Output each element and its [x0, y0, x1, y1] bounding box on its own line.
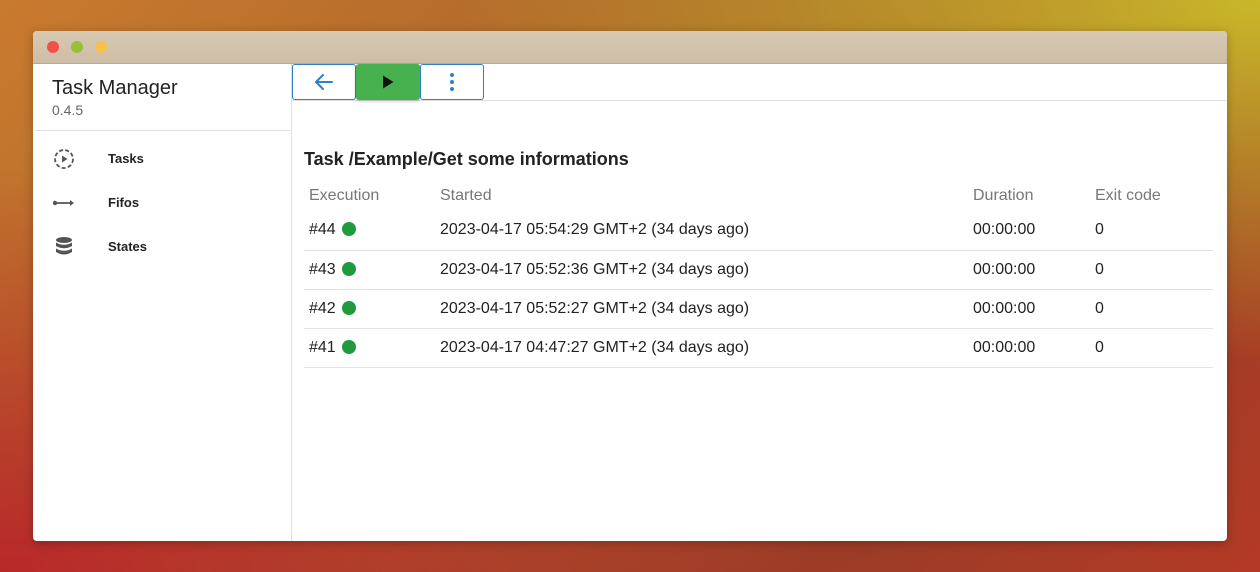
status-success-icon [341, 339, 356, 354]
sidebar-item-fifos[interactable]: Fifos [36, 181, 291, 225]
more-vertical-icon [450, 73, 454, 91]
database-icon [52, 236, 76, 258]
duration-cell: 00:00:00 [968, 250, 1090, 290]
arrow-left-icon [315, 74, 333, 90]
sidebar-item-label: Fifos [108, 195, 140, 210]
more-options-button[interactable] [420, 64, 484, 100]
execution-id: #43 [309, 260, 336, 278]
execution-cell: #44 [304, 211, 435, 251]
started-cell: 2023-04-17 05:52:27 GMT+2 (34 days ago) [435, 289, 968, 329]
minimize-window-button[interactable] [71, 41, 83, 53]
execution-cell: #41 [304, 328, 435, 368]
fifo-arrow-icon [52, 192, 76, 214]
status-success-icon [341, 222, 356, 237]
started-cell: 2023-04-17 05:54:29 GMT+2 (34 days ago) [435, 211, 968, 251]
status-success-icon [341, 261, 356, 276]
execution-cell: #42 [304, 289, 435, 329]
app-version: 0.4.5 [52, 102, 84, 118]
task-heading: Task /Example/Get some informations [304, 149, 629, 169]
duration-cell: 00:00:00 [968, 289, 1090, 329]
maximize-window-button[interactable] [95, 41, 107, 53]
app-title: Task Manager [52, 77, 178, 99]
execution-cell: #43 [304, 250, 435, 290]
execution-id: #44 [309, 221, 336, 239]
close-window-button[interactable] [47, 41, 59, 53]
duration-cell: 00:00:00 [968, 328, 1090, 368]
app-header: Task Manager 0.4.5 [36, 64, 291, 131]
table-header-row: Execution Started Duration Exit code [304, 181, 1213, 211]
executions-table: Execution Started Duration Exit code #44… [304, 181, 1213, 368]
table-row[interactable]: #43 2023-04-17 05:52:36 GMT+2 (34 days a… [304, 250, 1213, 290]
status-success-icon [341, 300, 356, 315]
sidebar-item-tasks[interactable]: Tasks [36, 137, 291, 181]
table-row[interactable]: #44 2023-04-17 05:54:29 GMT+2 (34 days a… [304, 211, 1213, 251]
column-header-started: Started [440, 187, 492, 204]
run-task-button[interactable] [356, 64, 420, 100]
exit-code-cell: 0 [1090, 328, 1213, 368]
exit-code-cell: 0 [1090, 289, 1213, 329]
execution-id: #41 [309, 338, 336, 356]
column-header-exit-code: Exit code [1095, 187, 1161, 204]
column-header-execution: Execution [309, 187, 380, 204]
back-button[interactable] [292, 64, 356, 100]
sidebar-item-label: Tasks [108, 151, 144, 166]
table-row[interactable]: #42 2023-04-17 05:52:27 GMT+2 (34 days a… [304, 289, 1213, 329]
exit-code-cell: 0 [1090, 250, 1213, 290]
exit-code-cell: 0 [1090, 211, 1213, 251]
sidebar-item-states[interactable]: States [36, 225, 291, 269]
started-cell: 2023-04-17 05:52:36 GMT+2 (34 days ago) [435, 250, 968, 290]
app-window: Task Manager 0.4.5 Tasks Fifos States Ta… [33, 31, 1227, 541]
sidebar-item-label: States [108, 239, 148, 254]
column-header-duration: Duration [973, 187, 1034, 204]
play-circle-icon [52, 148, 76, 170]
main-panel: Task /Example/Get some informations Exec… [292, 64, 1227, 541]
title-bar[interactable] [33, 31, 1227, 64]
toolbar [292, 64, 1227, 101]
duration-cell: 00:00:00 [968, 211, 1090, 251]
play-icon [383, 75, 394, 89]
execution-id: #42 [309, 299, 336, 317]
table-row[interactable]: #41 2023-04-17 04:47:27 GMT+2 (34 days a… [304, 328, 1213, 368]
started-cell: 2023-04-17 04:47:27 GMT+2 (34 days ago) [435, 328, 968, 368]
sidebar: Task Manager 0.4.5 Tasks Fifos States [36, 64, 292, 541]
